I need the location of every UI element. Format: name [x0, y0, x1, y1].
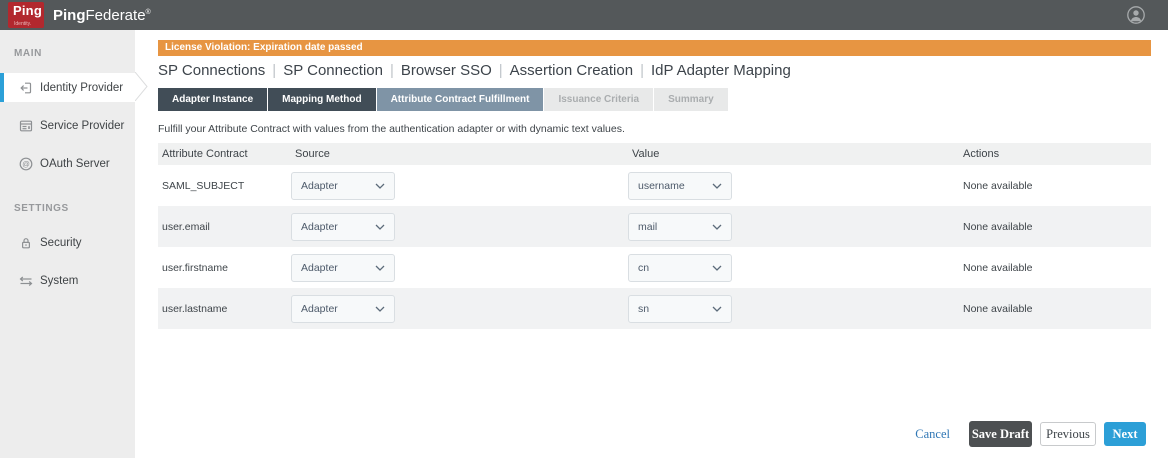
active-item-arrow: [135, 72, 149, 101]
actions-text: None available: [959, 262, 1151, 274]
source-dropdown[interactable]: Adapter: [291, 254, 395, 282]
sidebar-item-label: System: [40, 275, 78, 287]
chevron-down-icon: [712, 265, 722, 271]
chevron-down-icon: [375, 183, 385, 189]
tab-summary: Summary: [654, 88, 728, 111]
app-title-bold: Ping: [53, 7, 86, 24]
sidebar-item-identity-provider[interactable]: Identity Provider: [0, 73, 135, 102]
app-title: PingFederate®: [53, 7, 151, 24]
sidebar-item-service-provider[interactable]: Service Provider: [0, 111, 135, 140]
sidebar-item-security[interactable]: Security: [0, 228, 135, 257]
source-dropdown-value: Adapter: [301, 221, 375, 233]
sidebar-item-oauth-server[interactable]: @ OAuth Server: [0, 149, 135, 178]
source-dropdown-value: Adapter: [301, 303, 375, 315]
chevron-down-icon: [712, 183, 722, 189]
source-dropdown[interactable]: Adapter: [291, 213, 395, 241]
attribute-name: user.firstname: [158, 262, 291, 274]
sidebar-item-system[interactable]: System: [0, 266, 135, 295]
sidebar-section-main: MAIN: [14, 48, 135, 59]
source-dropdown[interactable]: Adapter: [291, 172, 395, 200]
chevron-down-icon: [375, 265, 385, 271]
main-content: License Violation: Expiration date passe…: [135, 30, 1168, 458]
breadcrumb-separator: |: [633, 62, 651, 79]
registered-mark: ®: [146, 9, 151, 16]
lock-icon: [19, 236, 33, 250]
ping-identity-logo[interactable]: Ping Identity.: [8, 2, 44, 28]
actions-text: None available: [959, 221, 1151, 233]
attribute-name: user.lastname: [158, 303, 291, 315]
chevron-down-icon: [712, 306, 722, 312]
table-body: SAML_SUBJECT Adapter username None avail…: [158, 165, 1151, 329]
table-row: user.lastname Adapter sn None available: [158, 288, 1151, 329]
tab-attribute-contract-fulfillment[interactable]: Attribute Contract Fulfillment: [377, 88, 544, 111]
column-header-value: Value: [628, 148, 959, 160]
breadcrumb-assertion-creation[interactable]: Assertion Creation: [510, 62, 633, 79]
oauth-server-icon: @: [19, 157, 33, 171]
source-dropdown-value: Adapter: [301, 180, 375, 192]
identity-provider-icon: [19, 81, 33, 95]
breadcrumb: SP Connections|SP Connection|Browser SSO…: [158, 62, 791, 79]
chevron-down-icon: [375, 224, 385, 230]
breadcrumb-idp-adapter-mapping: IdP Adapter Mapping: [651, 62, 791, 79]
save-draft-button[interactable]: Save Draft: [969, 421, 1032, 447]
sidebar-item-label: Service Provider: [40, 120, 124, 132]
sidebar: MAIN Identity Provider: [0, 30, 135, 458]
sidebar-item-label: OAuth Server: [40, 158, 110, 170]
breadcrumb-sp-connection[interactable]: SP Connection: [283, 62, 383, 79]
tab-mapping-method[interactable]: Mapping Method: [268, 88, 375, 111]
app-title-light: Federate: [86, 7, 146, 24]
attribute-name: SAML_SUBJECT: [158, 180, 291, 192]
footer-actions: Cancel Save Draft Previous Next: [915, 421, 1146, 447]
actions-text: None available: [959, 303, 1151, 315]
user-account-icon[interactable]: [1126, 5, 1146, 25]
table-row: SAML_SUBJECT Adapter username None avail…: [158, 165, 1151, 206]
svg-text:@: @: [22, 159, 30, 168]
chevron-down-icon: [375, 306, 385, 312]
cancel-button[interactable]: Cancel: [915, 427, 950, 442]
breadcrumb-separator: |: [265, 62, 283, 79]
top-bar: Ping Identity. PingFederate®: [0, 0, 1168, 30]
value-dropdown[interactable]: sn: [628, 295, 732, 323]
breadcrumb-separator: |: [383, 62, 401, 79]
breadcrumb-separator: |: [492, 62, 510, 79]
app-window: Ping Identity. PingFederate® MAIN Iden: [0, 0, 1168, 458]
table-row: user.email Adapter mail None available: [158, 206, 1151, 247]
table-row: user.firstname Adapter cn None available: [158, 247, 1151, 288]
value-dropdown-value: mail: [638, 221, 712, 233]
value-dropdown[interactable]: username: [628, 172, 732, 200]
value-dropdown-value: cn: [638, 262, 712, 274]
actions-text: None available: [959, 180, 1151, 192]
chevron-down-icon: [712, 224, 722, 230]
source-dropdown[interactable]: Adapter: [291, 295, 395, 323]
previous-button[interactable]: Previous: [1040, 422, 1096, 446]
service-provider-icon: [19, 119, 33, 133]
table-header-row: Attribute Contract Source Value Actions: [158, 143, 1151, 165]
sidebar-item-label: Identity Provider: [40, 82, 123, 94]
source-dropdown-value: Adapter: [301, 262, 375, 274]
sliders-icon: [19, 274, 33, 288]
attribute-name: user.email: [158, 221, 291, 233]
value-dropdown[interactable]: cn: [628, 254, 732, 282]
next-button[interactable]: Next: [1104, 422, 1146, 446]
value-dropdown[interactable]: mail: [628, 213, 732, 241]
column-header-actions: Actions: [959, 148, 1151, 160]
attribute-fulfillment-table: Attribute Contract Source Value Actions …: [158, 143, 1151, 329]
license-violation-banner: License Violation: Expiration date passe…: [158, 40, 1151, 56]
column-header-source: Source: [291, 148, 628, 160]
sidebar-section-settings: SETTINGS: [14, 203, 135, 214]
sidebar-item-label: Security: [40, 237, 82, 249]
value-dropdown-value: username: [638, 180, 712, 192]
tab-adapter-instance[interactable]: Adapter Instance: [158, 88, 267, 111]
breadcrumb-browser-sso[interactable]: Browser SSO: [401, 62, 492, 79]
breadcrumb-sp-connections[interactable]: SP Connections: [158, 62, 265, 79]
wizard-tabs: Adapter Instance Mapping Method Attribut…: [158, 88, 729, 111]
tab-issuance-criteria: Issuance Criteria: [544, 88, 653, 111]
logo-subtext: Identity.: [14, 21, 31, 27]
page-description: Fulfill your Attribute Contract with val…: [158, 123, 625, 135]
column-header-attribute-contract: Attribute Contract: [158, 148, 291, 160]
value-dropdown-value: sn: [638, 303, 712, 315]
logo-text: Ping: [13, 3, 42, 18]
